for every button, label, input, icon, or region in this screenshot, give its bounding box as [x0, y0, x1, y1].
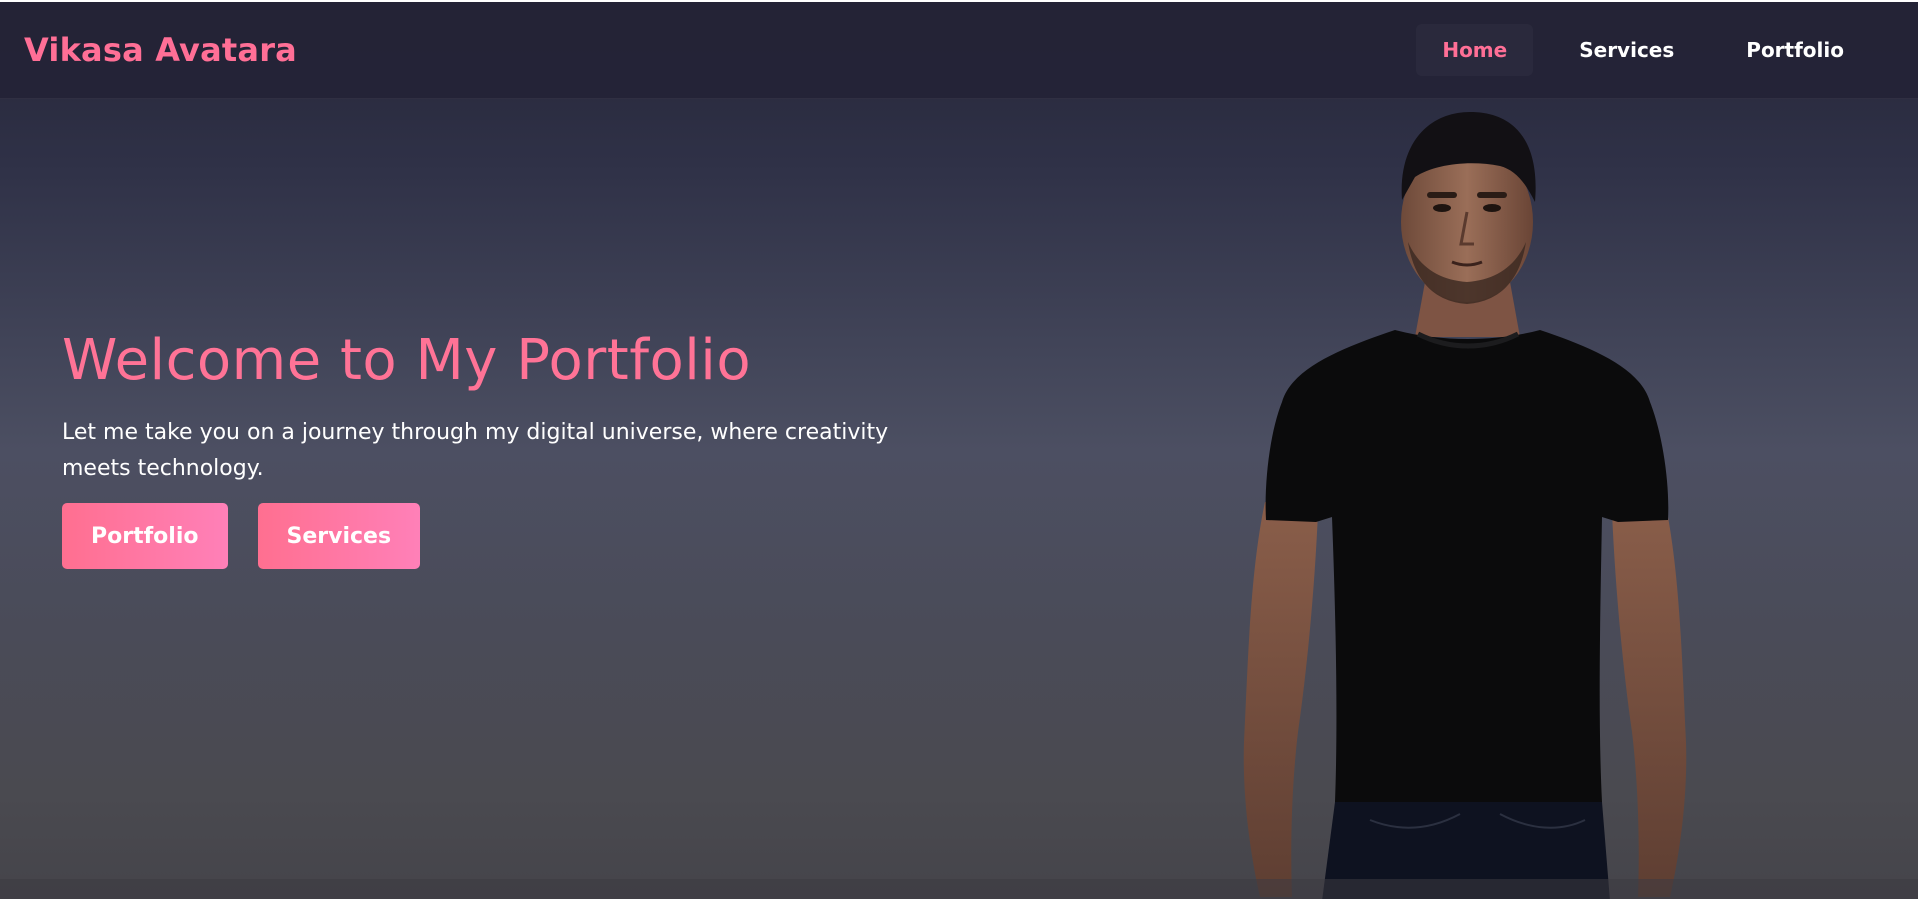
navbar: Vikasa Avatara Home Services Portfolio [0, 2, 1918, 99]
nav-home-link[interactable]: Home [1416, 24, 1533, 76]
page-viewport: Vikasa Avatara Home Services Portfolio W… [0, 2, 1918, 899]
main-nav: Home Services Portfolio [1416, 24, 1870, 76]
hero-title: Welcome to My Portfolio [62, 328, 752, 393]
bottom-fade [0, 879, 1918, 899]
hero-subtitle: Let me take you on a journey through my … [62, 420, 889, 481]
nav-services-link[interactable]: Services [1553, 24, 1700, 76]
hero-buttons: Portfolio Services [62, 503, 982, 569]
portfolio-button[interactable]: Portfolio [62, 503, 228, 569]
person-avatar-icon [1243, 112, 1687, 899]
hero-section: Welcome to My Portfolio Let me take you … [62, 327, 982, 569]
services-button[interactable]: Services [257, 503, 421, 569]
brand-logo[interactable]: Vikasa Avatara [24, 31, 297, 69]
nav-portfolio-link[interactable]: Portfolio [1720, 24, 1870, 76]
